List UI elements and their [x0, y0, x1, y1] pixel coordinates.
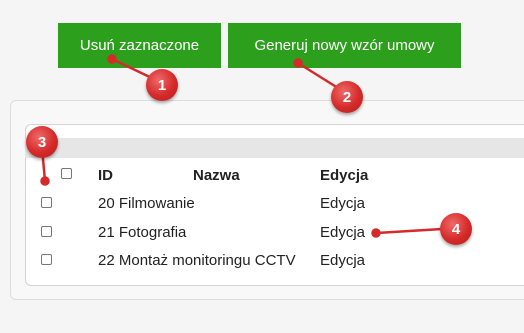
annotation-badge-2: 2: [331, 81, 363, 113]
annotation-lines: [40, 54, 443, 238]
annotation-badge-3: 3: [26, 126, 58, 158]
annotation-badge-4: 4: [440, 213, 472, 245]
annotation-dot-4: [371, 228, 381, 238]
annotation-dot-2: [293, 58, 303, 68]
annotation-badge-1: 1: [146, 69, 178, 101]
annotation-dot-1: [107, 54, 117, 64]
annotation-dot-3: [40, 176, 50, 186]
annotation-line-4: [375, 227, 443, 235]
annotation-line-2: [297, 61, 339, 90]
